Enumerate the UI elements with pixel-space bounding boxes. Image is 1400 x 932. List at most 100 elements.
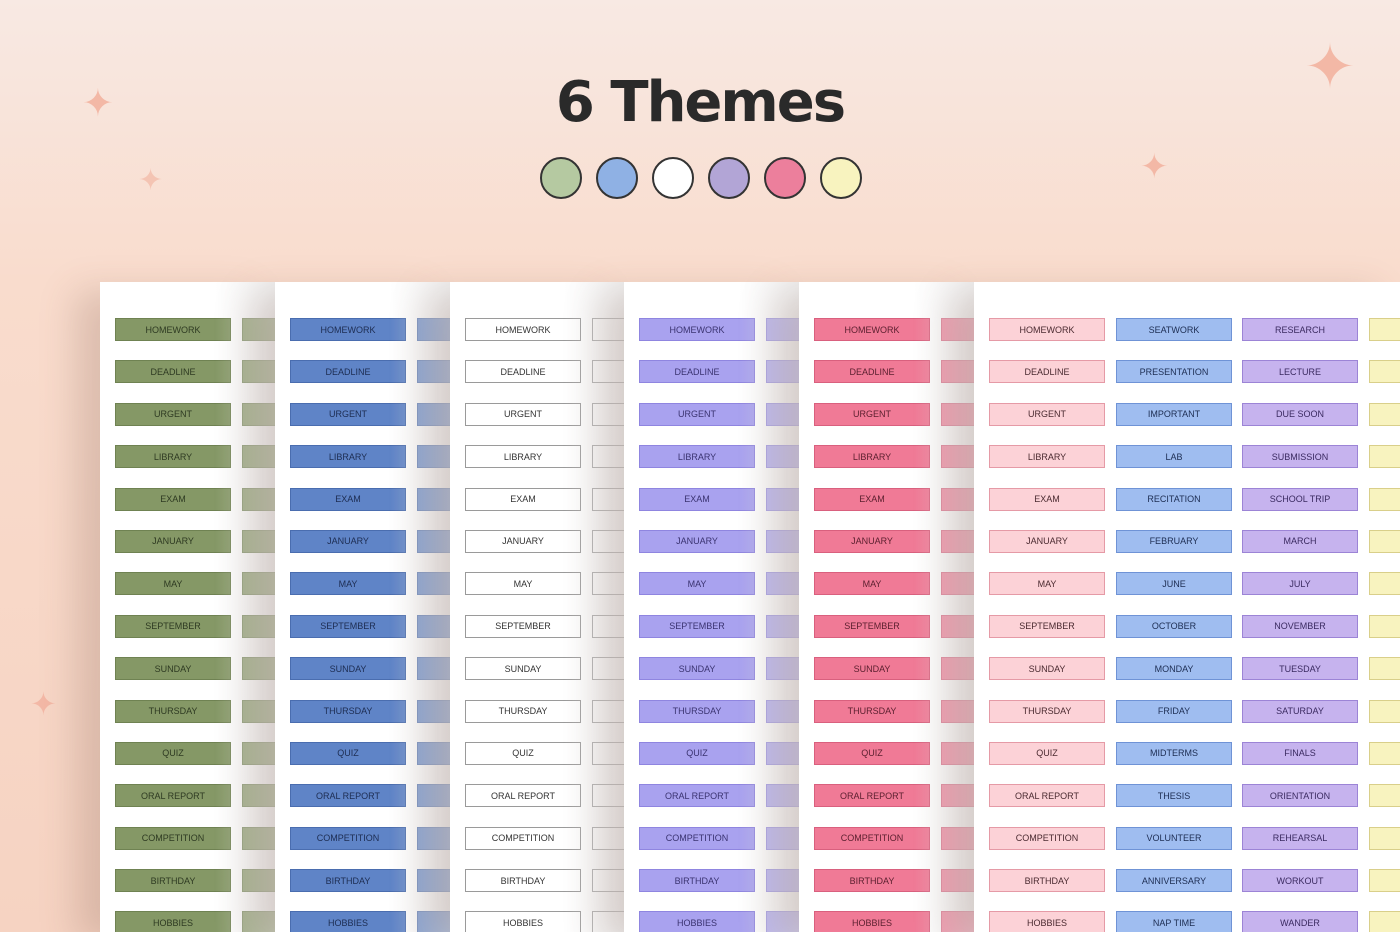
sticker-label <box>766 784 799 808</box>
sticker-label: DEADLINE <box>465 360 581 384</box>
sticker-label <box>417 784 450 808</box>
sticker-label <box>417 445 450 469</box>
sticker-label: FINALS <box>1242 741 1358 765</box>
sticker-label <box>417 572 450 596</box>
sticker-label: SEPTEMBER <box>814 614 930 638</box>
sticker-label: HOBBIES <box>639 911 755 932</box>
theme-swatch-purple[interactable] <box>708 157 750 199</box>
sticker-label <box>592 318 624 341</box>
sticker-label <box>766 699 799 723</box>
sticker-label <box>242 741 275 765</box>
sticker-label <box>592 869 624 893</box>
sticker-label <box>766 318 799 341</box>
sticker-label <box>592 784 624 808</box>
sticker-label <box>1369 529 1400 553</box>
sticker-label <box>417 487 450 511</box>
sticker-label: ANNIVERSARY <box>1116 869 1232 893</box>
sticker-label <box>592 360 624 384</box>
sticker-label <box>242 614 275 638</box>
sticker-label <box>242 657 275 681</box>
sticker-label: TUESDAY <box>1242 657 1358 681</box>
sticker-label: THURSDAY <box>290 699 406 723</box>
sticker-label: QUIZ <box>989 741 1105 765</box>
sticker-label <box>242 360 275 384</box>
sheet-purple: HOMEWORK DEADLINE URGENT LIBRARY EXAM JANUARY… <box>624 282 799 932</box>
sticker-label: JUNE <box>1116 572 1232 596</box>
sticker-label <box>242 784 275 808</box>
sticker-label: SEPTEMBER <box>465 614 581 638</box>
sticker-label: SEPTEMBER <box>115 614 231 638</box>
sticker-label: HOMEWORK <box>814 318 930 341</box>
sticker-label <box>941 487 974 511</box>
sticker-label: LECTURE <box>1242 360 1358 384</box>
sticker-label: BIRTHDAY <box>639 869 755 893</box>
sticker-label <box>242 529 275 553</box>
sticker-label <box>941 784 974 808</box>
sticker-label <box>1369 784 1400 808</box>
sticker-label <box>592 402 624 426</box>
sticker-label: MAY <box>115 572 231 596</box>
sticker-label <box>1369 487 1400 511</box>
sticker-label: SUNDAY <box>639 657 755 681</box>
sticker-label <box>242 826 275 850</box>
sticker-label <box>417 360 450 384</box>
theme-swatch-white[interactable] <box>652 157 694 199</box>
sticker-label: HOBBIES <box>814 911 930 932</box>
sticker-label <box>766 657 799 681</box>
sticker-label <box>417 741 450 765</box>
sticker-label <box>941 911 974 932</box>
sticker-label: FEBRUARY <box>1116 529 1232 553</box>
theme-swatch-green[interactable] <box>540 157 582 199</box>
sticker-label <box>941 529 974 553</box>
sticker-label <box>242 911 275 932</box>
sticker-label: LIBRARY <box>639 445 755 469</box>
sticker-label: MAY <box>290 572 406 596</box>
sticker-label <box>1369 911 1400 932</box>
sticker-label <box>417 318 450 341</box>
sparkle-icon: ✦ <box>138 163 164 198</box>
sticker-label <box>941 741 974 765</box>
sticker-label <box>766 572 799 596</box>
sticker-label: COMPETITION <box>814 826 930 850</box>
sticker-label <box>766 360 799 384</box>
sticker-label: EXAM <box>465 487 581 511</box>
theme-swatch-pink[interactable] <box>764 157 806 199</box>
sticker-label: URGENT <box>290 402 406 426</box>
sticker-label: JANUARY <box>290 529 406 553</box>
theme-swatch-yellow[interactable] <box>820 157 862 199</box>
sticker-label <box>1369 826 1400 850</box>
sticker-label: SEPTEMBER <box>989 614 1105 638</box>
sticker-label <box>592 657 624 681</box>
sparkle-icon: ✦ <box>1140 147 1169 187</box>
sticker-label: HOBBIES <box>290 911 406 932</box>
sticker-label <box>941 614 974 638</box>
sticker-label <box>242 318 275 341</box>
sticker-label: ORIENTATION <box>1242 784 1358 808</box>
sticker-label <box>766 445 799 469</box>
sticker-label: VOLUNTEER <box>1116 826 1232 850</box>
sticker-label: LIBRARY <box>814 445 930 469</box>
sticker-label <box>766 911 799 932</box>
sticker-label: JANUARY <box>115 529 231 553</box>
theme-swatch-blue[interactable] <box>596 157 638 199</box>
sticker-label: THURSDAY <box>115 699 231 723</box>
sticker-label: BIRTHDAY <box>290 869 406 893</box>
sticker-label: QUIZ <box>115 741 231 765</box>
sheet-green: HOMEWORK DEADLINE URGENT LIBRARY EXAM JANUARY… <box>100 282 275 932</box>
sticker-label: URGENT <box>814 402 930 426</box>
sticker-label: LIBRARY <box>290 445 406 469</box>
sticker-label: LIBRARY <box>989 445 1105 469</box>
sticker-label <box>1369 402 1400 426</box>
sticker-label <box>1369 614 1400 638</box>
sticker-label: DEADLINE <box>639 360 755 384</box>
sticker-label <box>941 445 974 469</box>
sticker-label: URGENT <box>989 402 1105 426</box>
sticker-label: ORAL REPORT <box>639 784 755 808</box>
sticker-label: URGENT <box>115 402 231 426</box>
sticker-label <box>242 572 275 596</box>
sticker-label: BIRTHDAY <box>465 869 581 893</box>
sheet-pink: HOMEWORK DEADLINE URGENT LIBRARY EXAM JANUARY… <box>799 282 974 932</box>
sticker-label <box>592 572 624 596</box>
sticker-label: SUBMISSION <box>1242 445 1358 469</box>
sticker-label <box>766 402 799 426</box>
